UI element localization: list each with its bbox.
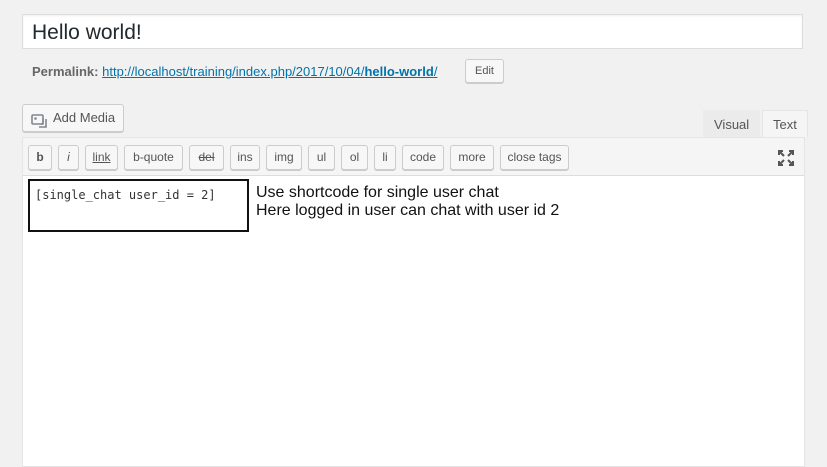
qt-bquote-button[interactable]: b-quote: [124, 145, 183, 170]
permalink-url-tail: /: [433, 64, 438, 79]
qt-italic-button[interactable]: i: [58, 145, 79, 170]
qt-code-button[interactable]: code: [402, 145, 444, 170]
add-media-button[interactable]: Add Media: [22, 104, 124, 132]
qt-ins-button[interactable]: ins: [230, 145, 260, 170]
permalink-link[interactable]: http://localhost/training/index.php/2017…: [102, 64, 437, 79]
annotation-line-1: Use shortcode for single user chat: [256, 184, 499, 201]
permalink-url-base: http://localhost/training/index.php/2017…: [102, 64, 365, 79]
post-title-input[interactable]: Hello world!: [22, 14, 803, 49]
qt-ul-button[interactable]: ul: [308, 145, 335, 170]
qt-del-button[interactable]: del: [189, 145, 224, 170]
permalink-row: Permalink: http://localhost/training/ind…: [32, 63, 437, 81]
qt-bold-button[interactable]: b: [28, 145, 52, 170]
post-content-textarea[interactable]: [single_chat user_id = 2] Use shortcode …: [23, 176, 804, 466]
add-media-label: Add Media: [53, 110, 116, 125]
qt-link-button[interactable]: link: [85, 145, 118, 170]
qt-ol-button[interactable]: ol: [341, 145, 368, 170]
qt-li-button[interactable]: li: [374, 145, 396, 170]
qt-more-button[interactable]: more: [450, 145, 494, 170]
annotation-line-2: Here logged in user can chat with user i…: [256, 202, 560, 219]
qt-img-button[interactable]: img: [266, 145, 302, 170]
permalink-label: Permalink:: [32, 64, 99, 79]
shortcode-text: [single_chat user_id = 2]: [28, 179, 249, 232]
edit-permalink-button[interactable]: Edit: [465, 59, 504, 83]
media-icon: [31, 111, 47, 128]
qt-close-tags-button[interactable]: close tags: [500, 145, 569, 170]
tab-text[interactable]: Text: [762, 110, 808, 138]
quicktags-toolbar: b i link b-quote del ins img ul ol li co…: [23, 138, 804, 176]
permalink-slug: hello-world: [364, 64, 434, 79]
annotation-note: Use shortcode for single user chat Here …: [256, 184, 559, 220]
tab-visual[interactable]: Visual: [703, 110, 761, 138]
text-editor: b i link b-quote del ins img ul ol li co…: [22, 137, 805, 467]
fullscreen-icon[interactable]: [778, 150, 794, 166]
